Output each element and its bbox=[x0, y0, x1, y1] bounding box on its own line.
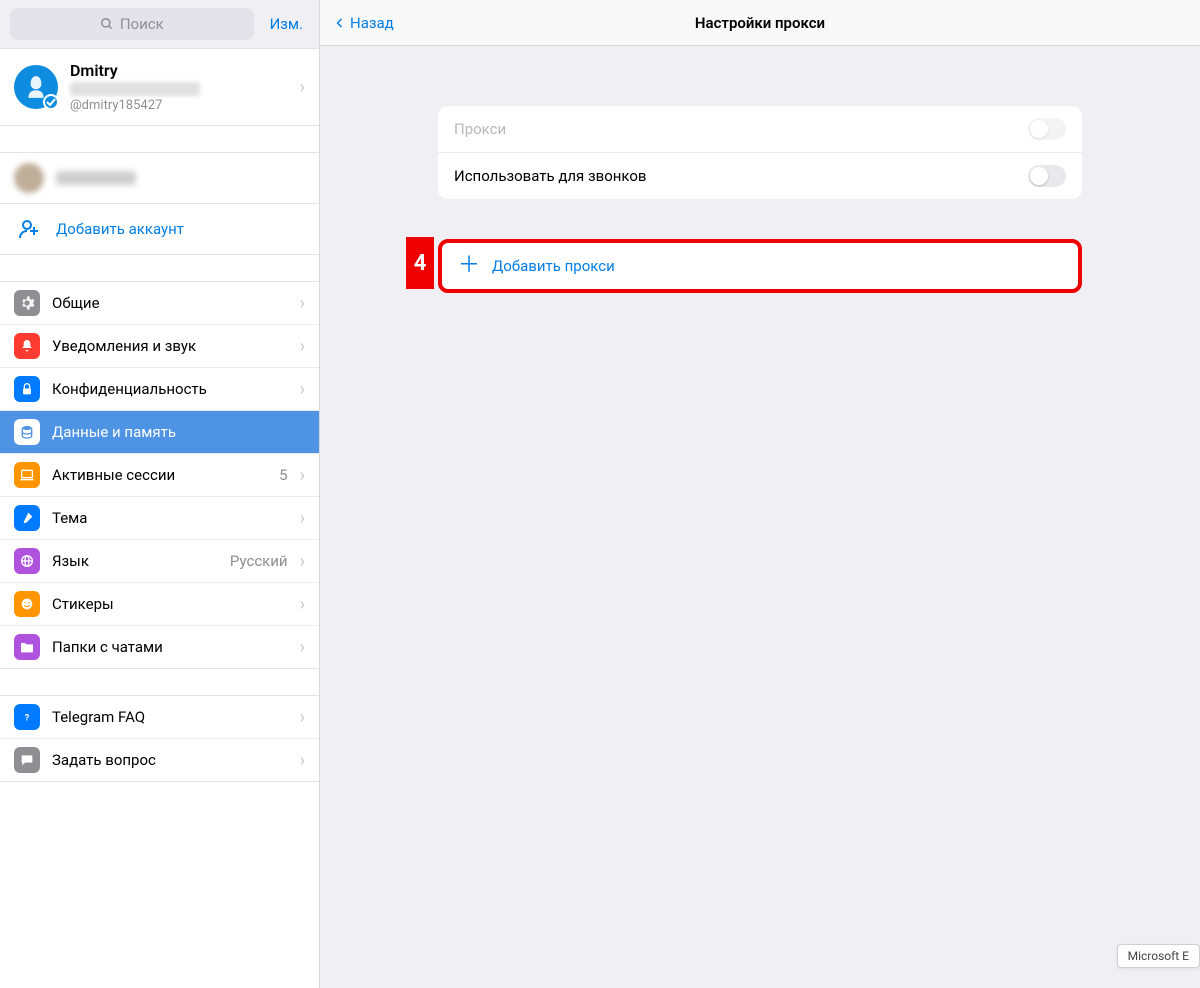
calls-toggle[interactable] bbox=[1028, 165, 1066, 187]
sidebar-item-label: Тема bbox=[52, 509, 288, 527]
laptop-icon bbox=[14, 462, 40, 488]
verified-badge-icon bbox=[43, 94, 59, 110]
globe-icon bbox=[14, 548, 40, 574]
bell-icon bbox=[14, 333, 40, 359]
avatar bbox=[14, 163, 44, 193]
sidebar-item-label: Язык bbox=[52, 552, 218, 570]
sidebar-item-label: Активные сессии bbox=[52, 466, 267, 484]
content-body: Прокси Использовать для звонков 4 ＋ Доба… bbox=[320, 46, 1200, 293]
account-name-hidden bbox=[56, 171, 136, 185]
sidebar-item-value: 5 bbox=[279, 466, 287, 484]
profile-row[interactable]: Dmitry @dmitry185427 › bbox=[0, 48, 319, 126]
back-label: Назад bbox=[350, 14, 394, 32]
add-proxy-button[interactable]: ＋ Добавить прокси bbox=[438, 239, 1082, 293]
chevron-right-icon: › bbox=[300, 293, 305, 314]
sidebar-item-language[interactable]: Язык Русский › bbox=[0, 539, 319, 582]
sidebar-item-theme[interactable]: Тема › bbox=[0, 496, 319, 539]
sidebar-item-label: Общие bbox=[52, 294, 288, 312]
sidebar-item-label: Задать вопрос bbox=[52, 751, 288, 769]
content: Назад Настройки прокси Прокси Использова… bbox=[320, 0, 1200, 988]
proxy-label: Прокси bbox=[454, 120, 506, 138]
sidebar-item-ask[interactable]: Задать вопрос › bbox=[0, 738, 319, 781]
gear-icon bbox=[14, 290, 40, 316]
chevron-right-icon: › bbox=[300, 750, 305, 771]
sticker-icon bbox=[14, 591, 40, 617]
accounts-block: Добавить аккаунт bbox=[0, 152, 319, 255]
search-input[interactable]: Поиск bbox=[10, 8, 254, 40]
chevron-left-icon bbox=[334, 15, 346, 31]
settings-list: Общие › Уведомления и звук › Конфиденциа… bbox=[0, 281, 319, 669]
sidebar-item-notifications[interactable]: Уведомления и звук › bbox=[0, 324, 319, 367]
help-list: ? Telegram FAQ › Задать вопрос › bbox=[0, 695, 319, 782]
sidebar-item-data[interactable]: Данные и память bbox=[0, 410, 319, 453]
add-account-label: Добавить аккаунт bbox=[56, 220, 184, 238]
svg-text:?: ? bbox=[25, 712, 30, 723]
add-proxy-label: Добавить прокси bbox=[492, 257, 615, 275]
sidebar-item-privacy[interactable]: Конфиденциальность › bbox=[0, 367, 319, 410]
proxy-card: Прокси Использовать для звонков bbox=[438, 106, 1082, 199]
sidebar-item-general[interactable]: Общие › bbox=[0, 282, 319, 324]
chat-icon bbox=[14, 747, 40, 773]
profile-info: Dmitry @dmitry185427 bbox=[70, 61, 288, 113]
proxy-toggle-row[interactable]: Прокси bbox=[438, 106, 1082, 152]
sidebar-item-label: Telegram FAQ bbox=[52, 708, 288, 726]
profile-name: Dmitry bbox=[70, 61, 288, 80]
edit-button[interactable]: Изм. bbox=[264, 15, 309, 33]
search-placeholder: Поиск bbox=[120, 15, 164, 33]
add-account-row[interactable]: Добавить аккаунт bbox=[0, 203, 319, 254]
sidebar-item-label: Уведомления и звук bbox=[52, 337, 288, 355]
search-icon bbox=[100, 17, 114, 31]
page-title: Настройки прокси bbox=[320, 14, 1200, 32]
question-icon: ? bbox=[14, 704, 40, 730]
sidebar-item-folders[interactable]: Папки с чатами › bbox=[0, 625, 319, 668]
chevron-right-icon: › bbox=[300, 637, 305, 658]
folder-icon bbox=[14, 634, 40, 660]
sidebar-item-label: Данные и память bbox=[52, 423, 305, 441]
profile-phone-hidden bbox=[70, 82, 200, 96]
sidebar-item-sessions[interactable]: Активные сессии 5 › bbox=[0, 453, 319, 496]
tooltip: Microsoft E bbox=[1117, 944, 1200, 968]
calls-label: Использовать для звонков bbox=[454, 167, 647, 185]
proxy-toggle[interactable] bbox=[1028, 118, 1066, 140]
callout-badge: 4 bbox=[406, 237, 434, 289]
calls-toggle-row[interactable]: Использовать для звонков bbox=[438, 152, 1082, 199]
chevron-right-icon: › bbox=[300, 551, 305, 572]
sidebar-item-label: Стикеры bbox=[52, 595, 288, 613]
sidebar-item-stickers[interactable]: Стикеры › bbox=[0, 582, 319, 625]
chevron-right-icon: › bbox=[300, 594, 305, 615]
chevron-right-icon: › bbox=[300, 77, 305, 98]
brush-icon bbox=[14, 505, 40, 531]
other-account-row[interactable] bbox=[0, 153, 319, 203]
chevron-right-icon: › bbox=[300, 508, 305, 529]
chevron-right-icon: › bbox=[300, 707, 305, 728]
sidebar-item-value: Русский bbox=[230, 552, 288, 570]
add-proxy-wrap: 4 ＋ Добавить прокси bbox=[438, 239, 1082, 293]
back-button[interactable]: Назад bbox=[334, 14, 394, 32]
chevron-right-icon: › bbox=[300, 379, 305, 400]
profile-handle: @dmitry185427 bbox=[70, 98, 288, 113]
sidebar-top: Поиск Изм. bbox=[0, 0, 319, 48]
sidebar-item-label: Папки с чатами bbox=[52, 638, 288, 656]
avatar bbox=[14, 65, 58, 109]
sidebar: Поиск Изм. Dmitry @dmitry185427 › Добави… bbox=[0, 0, 320, 988]
add-account-icon bbox=[14, 214, 44, 244]
chevron-right-icon: › bbox=[300, 336, 305, 357]
lock-icon bbox=[14, 376, 40, 402]
database-icon bbox=[14, 419, 40, 445]
sidebar-item-label: Конфиденциальность bbox=[52, 380, 288, 398]
plus-icon: ＋ bbox=[458, 255, 480, 277]
sidebar-item-faq[interactable]: ? Telegram FAQ › bbox=[0, 696, 319, 738]
chevron-right-icon: › bbox=[300, 465, 305, 486]
content-header: Назад Настройки прокси bbox=[320, 0, 1200, 46]
